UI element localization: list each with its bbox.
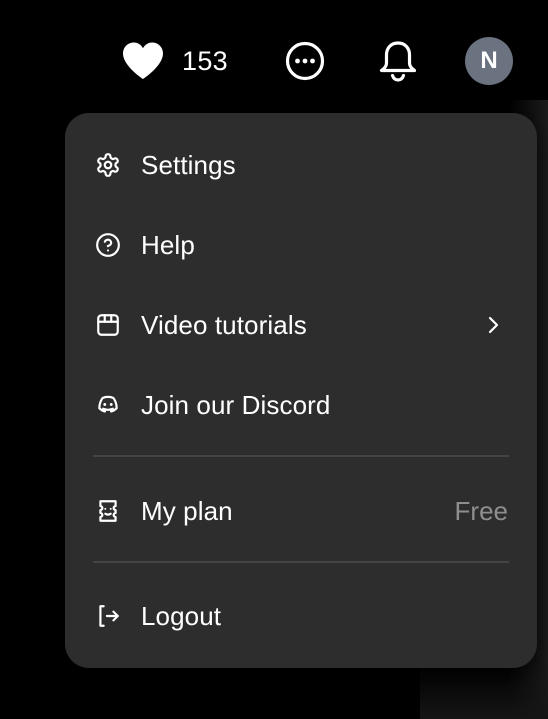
user-dropdown-menu: Settings Help Video tutorials Join our D… [65,113,537,668]
menu-divider [93,561,509,563]
plan-status: Free [454,495,508,526]
likes-button[interactable]: 153 [121,38,228,84]
chevron-right-icon [481,313,505,337]
menu-item-label: Video tutorials [141,309,307,340]
menu-item-logout[interactable]: Logout [65,584,537,648]
background-edge-bottom [420,659,548,719]
notifications-button[interactable] [376,38,420,84]
menu-item-label: My plan [141,495,233,526]
menu-item-my-plan[interactable]: My plan Free [65,479,537,543]
avatar[interactable]: N [465,37,513,85]
more-horizontal-icon [285,41,325,81]
more-button[interactable] [284,40,326,82]
help-circle-icon [95,232,121,258]
menu-item-label: Settings [141,149,236,180]
ticket-icon [95,498,121,524]
top-bar: 153 N [0,0,548,120]
menu-item-discord[interactable]: Join our Discord [65,373,537,437]
menu-divider [93,455,509,457]
menu-item-help[interactable]: Help [65,213,537,277]
menu-item-label: Join our Discord [141,389,331,420]
heart-icon [121,41,165,81]
menu-item-label: Help [141,229,195,260]
likes-count: 153 [182,45,228,76]
menu-item-video-tutorials[interactable]: Video tutorials [65,293,537,357]
clapperboard-icon [95,312,121,338]
gear-icon [95,152,121,178]
bell-icon [379,41,417,82]
discord-icon [95,392,121,418]
menu-item-label: Logout [141,600,222,631]
logout-icon [95,603,121,629]
menu-item-settings[interactable]: Settings [65,133,537,197]
avatar-initial: N [480,47,498,74]
